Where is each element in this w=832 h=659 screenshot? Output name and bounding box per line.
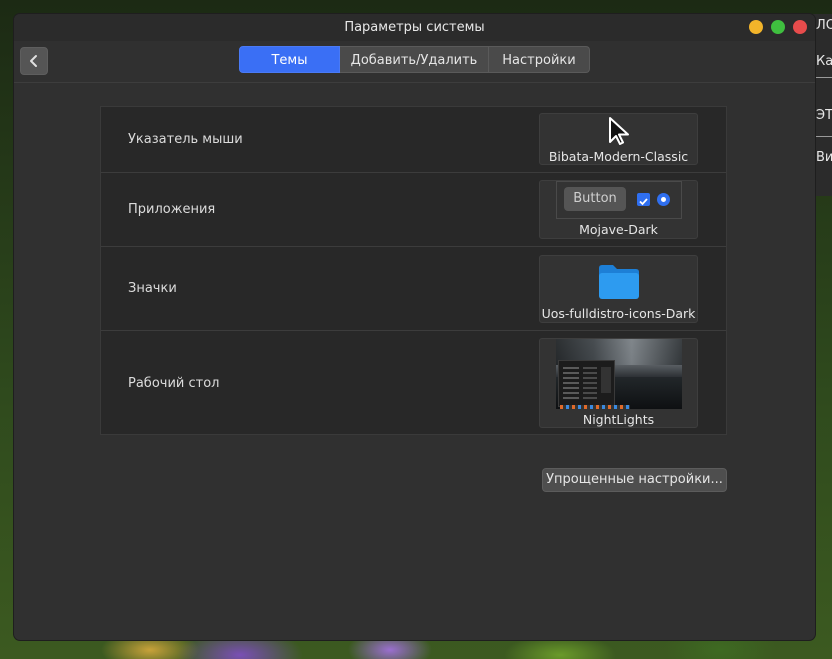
theme-row-icons: Значки Uos-fulldistro-icons-Dark: [101, 247, 726, 331]
desktop-theme-preview: [556, 339, 682, 409]
background-window-text: Ка: [816, 54, 832, 69]
preview-dock: [560, 405, 630, 409]
tab-bar: Темы Добавить/Удалить Настройки: [239, 46, 590, 73]
divider: [812, 136, 832, 137]
back-button[interactable]: [20, 47, 48, 75]
themes-panel: Указатель мыши Bibata-Modern-Classic При…: [100, 106, 727, 435]
chevron-left-icon: [30, 55, 37, 67]
background-window-text: ЛОН: [816, 18, 832, 33]
simplified-settings-button[interactable]: Упрощенные настройки...: [542, 468, 727, 492]
theme-row-applications: Приложения Button Mojave-Dark: [101, 173, 726, 247]
system-settings-window: Параметры системы Темы Добавить/Удалить …: [14, 14, 815, 640]
row-label: Приложения: [128, 202, 216, 217]
window-title: Параметры системы: [344, 20, 485, 35]
row-label: Рабочий стол: [128, 376, 220, 391]
tab-themes[interactable]: Темы: [239, 46, 340, 73]
title-bar[interactable]: Параметры системы: [14, 14, 815, 41]
application-theme-name: Mojave-Dark: [579, 222, 658, 237]
preview-button: Button: [564, 187, 626, 211]
desktop-theme-name: NightLights: [582, 412, 655, 427]
preview-window: [558, 360, 615, 407]
maximize-button[interactable]: [771, 20, 785, 34]
row-label: Указатель мыши: [128, 132, 243, 147]
desktop-theme-card[interactable]: NightLights: [539, 338, 698, 428]
application-theme-preview: Button: [556, 181, 682, 219]
tab-settings[interactable]: Настройки: [489, 46, 590, 73]
theme-row-cursor: Указатель мыши Bibata-Modern-Classic: [101, 107, 726, 173]
divider: [812, 77, 832, 78]
toolbar: Темы Добавить/Удалить Настройки: [14, 41, 815, 83]
cursor-theme-name: Bibata-Modern-Classic: [548, 149, 689, 164]
background-window-text: Ви: [816, 150, 832, 165]
row-label: Значки: [128, 281, 177, 296]
tab-add-remove[interactable]: Добавить/Удалить: [340, 46, 489, 73]
folder-icon: [599, 265, 639, 299]
icon-theme-name: Uos-fulldistro-icons-Dark: [541, 306, 696, 321]
cursor-theme-card[interactable]: Bibata-Modern-Classic: [539, 113, 698, 165]
background-window-text: ЭТО: [816, 108, 832, 123]
application-theme-card[interactable]: Button Mojave-Dark: [539, 180, 698, 239]
theme-row-desktop: Рабочий стол NightLights: [101, 331, 726, 434]
minimize-button[interactable]: [749, 20, 763, 34]
close-button[interactable]: [793, 20, 807, 34]
icon-theme-card[interactable]: Uos-fulldistro-icons-Dark: [539, 255, 698, 323]
radio-selected-icon: [657, 193, 670, 206]
cursor-arrow-icon: [609, 117, 629, 145]
checkbox-checked-icon: [637, 193, 650, 206]
